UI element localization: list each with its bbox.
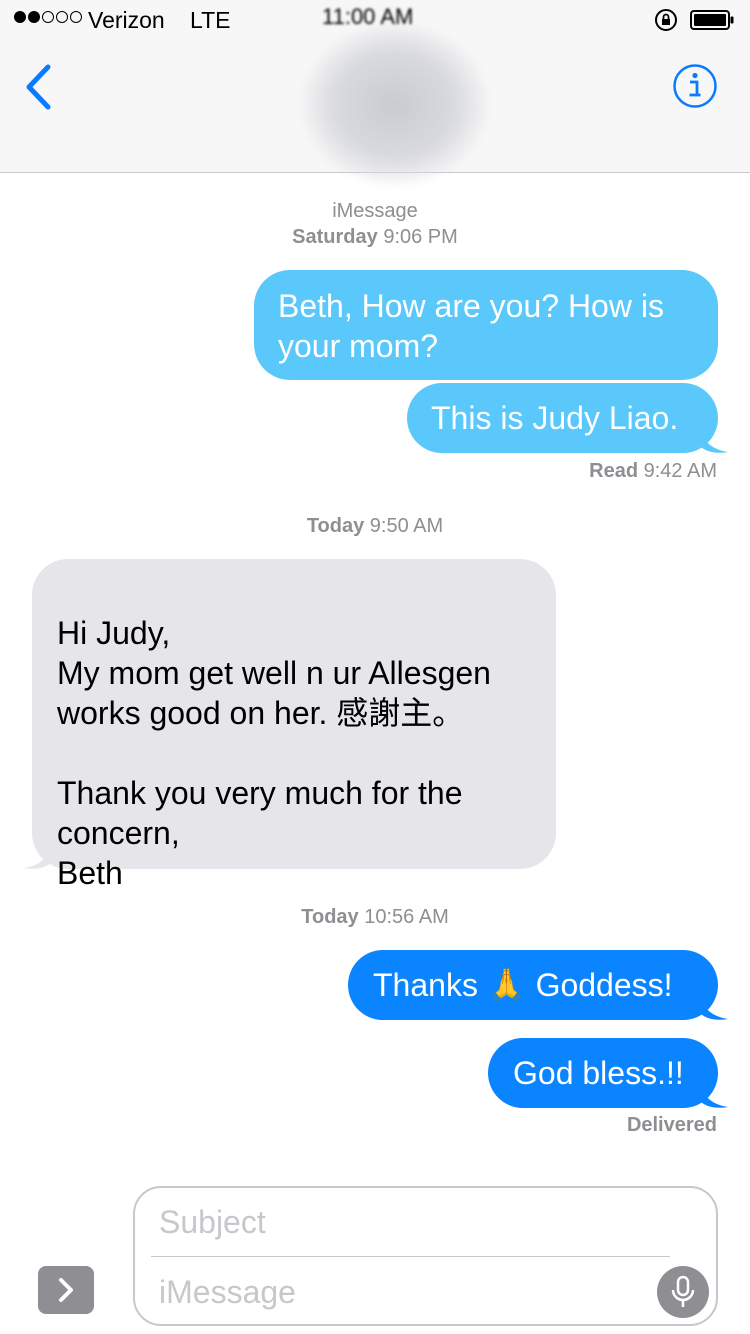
message-text: Hi Judy, My mom get well n ur Allesgen w… [57, 615, 491, 891]
message-bubble-sent[interactable]: Thanks 🙏 Goddess! [348, 950, 718, 1020]
back-button[interactable] [20, 62, 60, 112]
timestamp-header: Today 9:50 AM [306, 515, 444, 537]
message-text: This is Judy Liao. [431, 400, 679, 436]
bubble-tail [24, 844, 52, 869]
status-bar: Verizon LTE 11:00 AM [0, 0, 750, 40]
rotation-lock-icon [655, 9, 677, 31]
apps-expand-button[interactable] [38, 1266, 94, 1314]
signal-strength-icon [14, 11, 82, 23]
message-text: God bless.!! [513, 1055, 684, 1091]
network-type: LTE [190, 7, 231, 33]
composer-divider [151, 1256, 670, 1257]
service-label: iMessage [332, 200, 418, 222]
carrier-name: Verizon [88, 7, 165, 33]
message-bubble-sent[interactable]: God bless.!! [488, 1038, 718, 1108]
info-icon [673, 64, 717, 108]
bubble-tail [700, 995, 728, 1020]
contact-avatar[interactable] [300, 22, 490, 187]
timestamp-header: Saturday 9:06 PM [292, 226, 458, 248]
message-input[interactable]: iMessage [159, 1274, 296, 1311]
delivered-receipt: Delivered [626, 1114, 717, 1136]
microphone-icon [671, 1275, 695, 1307]
timestamp-header: Today 10:56 AM [301, 906, 449, 928]
status-time: 11:00 AM [322, 4, 414, 29]
chevron-left-icon [26, 64, 51, 110]
message-text: Beth, How are you? How is your mom? [278, 288, 664, 364]
message-text: Thanks [373, 967, 478, 1003]
chevron-right-icon [59, 1278, 73, 1302]
message-bubble-sent[interactable]: Beth, How are you? How is your mom? [254, 270, 718, 380]
bubble-tail [700, 428, 728, 453]
bubble-tail [700, 1083, 728, 1108]
dictation-button[interactable] [657, 1266, 709, 1318]
message-composer: Subject iMessage [133, 1186, 718, 1326]
message-text: Goddess! [535, 967, 673, 1003]
info-button[interactable] [672, 63, 718, 109]
message-bubble-received[interactable]: Hi Judy, My mom get well n ur Allesgen w… [32, 559, 556, 891]
praying-hands-icon: 🙏 [486, 967, 527, 1003]
read-receipt: Read 9:42 AM [589, 460, 717, 482]
battery-icon [690, 10, 734, 30]
message-bubble-sent[interactable]: This is Judy Liao. [407, 383, 718, 453]
subject-input[interactable]: Subject [159, 1204, 266, 1241]
